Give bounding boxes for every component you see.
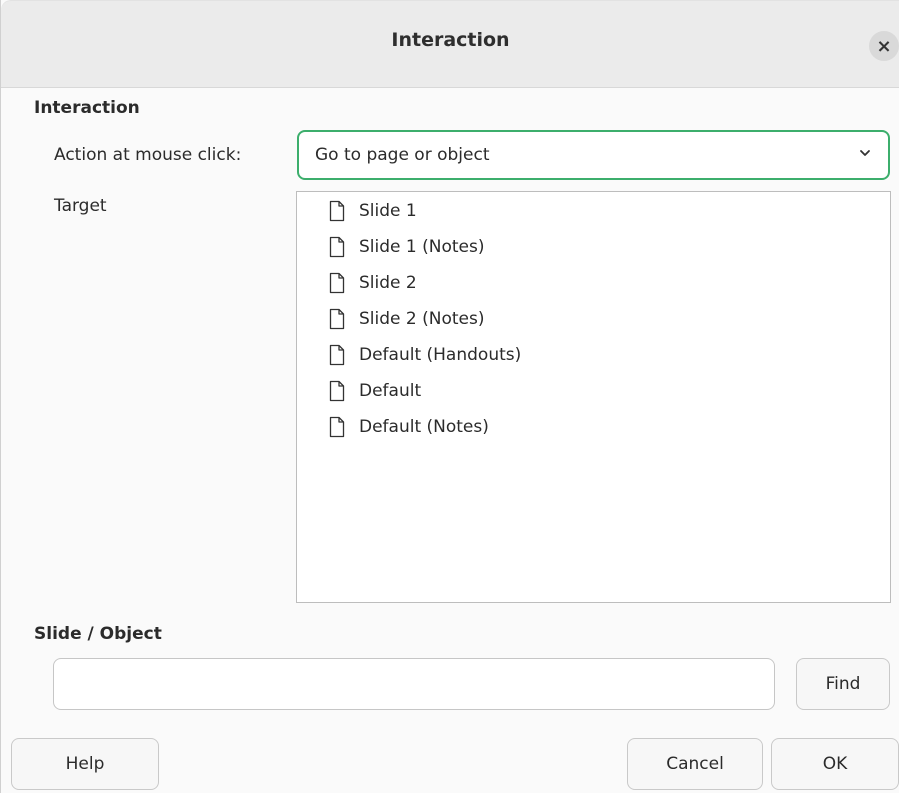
interaction-heading: Interaction <box>34 98 140 118</box>
help-button[interactable]: Help <box>11 738 159 790</box>
list-item[interactable]: Slide 1 (Notes) <box>329 230 484 264</box>
list-item-label: Default (Handouts) <box>359 345 522 365</box>
dialog-title: Interaction <box>391 29 510 51</box>
list-item[interactable]: Slide 2 <box>329 266 417 300</box>
interaction-dialog: Interaction × Interaction Action at mous… <box>0 0 899 793</box>
page-icon <box>329 236 345 258</box>
list-item-label: Default (Notes) <box>359 417 489 437</box>
find-button[interactable]: Find <box>796 658 890 710</box>
list-item-label: Slide 1 <box>359 201 417 221</box>
page-icon <box>329 272 345 294</box>
close-button[interactable]: × <box>869 31 899 61</box>
list-item[interactable]: Default (Notes) <box>329 410 489 444</box>
chevron-down-icon <box>860 150 870 156</box>
ok-button[interactable]: OK <box>771 738 899 790</box>
target-list[interactable]: Slide 1 Slide 1 (Notes) Slide 2 Slide 2 … <box>296 191 891 603</box>
cancel-button[interactable]: Cancel <box>627 738 763 790</box>
close-icon: × <box>876 35 892 57</box>
list-item-label: Slide 2 (Notes) <box>359 309 485 329</box>
page-icon <box>329 308 345 330</box>
slide-object-input[interactable] <box>53 658 775 710</box>
list-item-label: Slide 1 (Notes) <box>359 237 485 257</box>
title-bar[interactable]: Interaction × <box>1 0 899 88</box>
list-item[interactable]: Default (Handouts) <box>329 338 521 372</box>
page-icon <box>329 344 345 366</box>
list-item-label: Slide 2 <box>359 273 417 293</box>
slide-object-heading: Slide / Object <box>34 624 162 644</box>
action-dropdown[interactable]: Go to page or object <box>297 130 890 180</box>
page-icon <box>329 380 345 402</box>
page-icon <box>329 200 345 222</box>
action-dropdown-value: Go to page or object <box>315 145 490 165</box>
target-label: Target <box>54 196 107 216</box>
list-item-label: Default <box>359 381 422 401</box>
list-item[interactable]: Default <box>329 374 421 408</box>
page-icon <box>329 416 345 438</box>
action-label: Action at mouse click: <box>54 145 242 165</box>
list-item[interactable]: Slide 2 (Notes) <box>329 302 484 336</box>
list-item[interactable]: Slide 1 <box>329 194 417 228</box>
